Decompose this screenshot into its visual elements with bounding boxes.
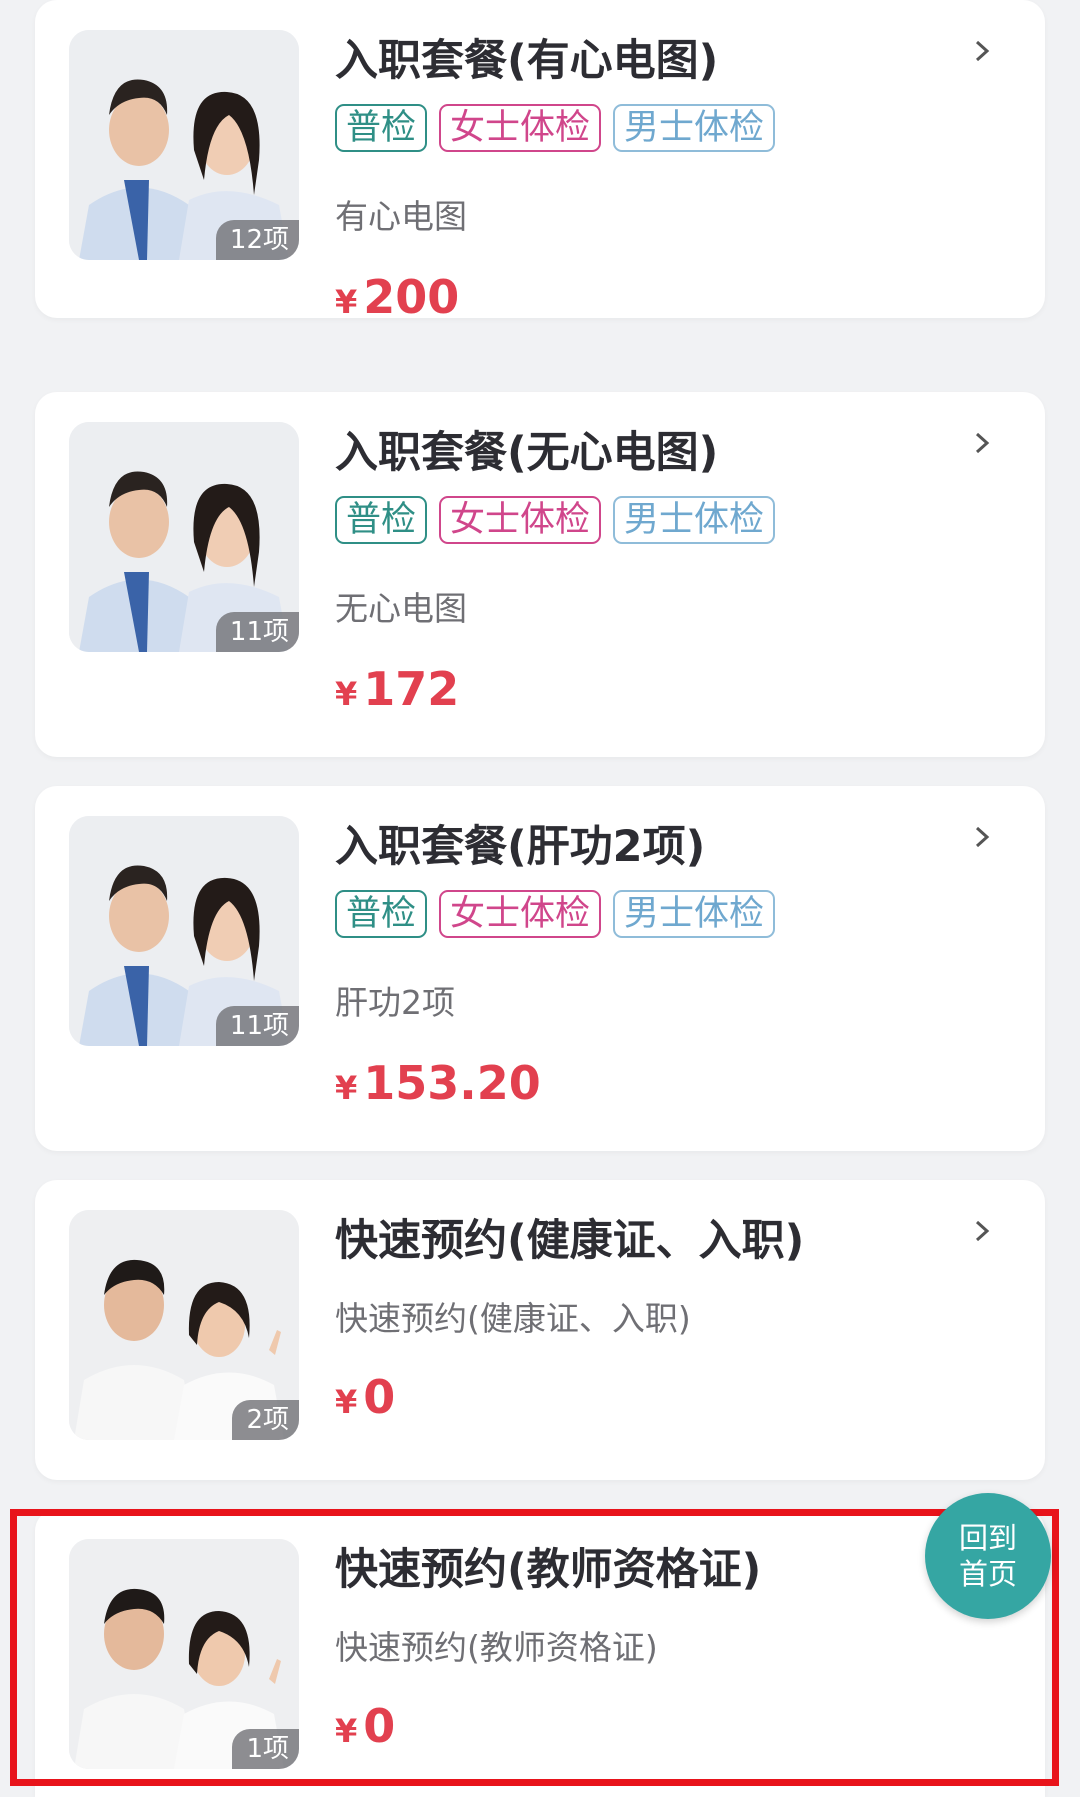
package-title[interactable]: 入职套餐(肝功2项) — [335, 812, 705, 874]
home-button-line1: 回到 — [958, 1521, 1017, 1555]
currency-symbol: ¥ — [335, 1712, 358, 1750]
package-description: 快速预约(健康证、入职) — [335, 1299, 691, 1338]
package-image: 2项 — [69, 1210, 299, 1440]
package-title[interactable]: 入职套餐(无心电图) — [335, 418, 718, 480]
tag-list: 普检 女士体检 男士体检 — [335, 496, 776, 544]
price-amount: 153.20 — [363, 1056, 541, 1110]
price-amount: 0 — [363, 1699, 396, 1753]
tag-male: 男士体检 — [613, 496, 776, 544]
tag-general: 普检 — [335, 496, 428, 544]
chevron-right-icon[interactable] — [971, 432, 993, 454]
tag-list: 普检 女士体检 男士体检 — [335, 104, 776, 152]
tag-male: 男士体检 — [613, 890, 776, 938]
chevron-right-icon[interactable] — [971, 826, 993, 848]
item-count-badge: 11项 — [215, 612, 299, 652]
package-card[interactable]: 2项 快速预约(健康证、入职) 快速预约(健康证、入职) ¥0 — [35, 1180, 1045, 1480]
chevron-right-icon[interactable] — [971, 1220, 993, 1242]
item-count-badge: 2项 — [232, 1400, 299, 1440]
package-price: ¥200 — [335, 270, 459, 324]
currency-symbol: ¥ — [335, 1383, 358, 1421]
package-description: 快速预约(教师资格证) — [335, 1628, 658, 1667]
item-count-badge: 11项 — [215, 1006, 299, 1046]
tag-male: 男士体检 — [613, 104, 776, 152]
package-image: 12项 — [69, 30, 299, 260]
currency-symbol: ¥ — [335, 283, 358, 321]
package-image: 11项 — [69, 422, 299, 652]
chevron-right-icon[interactable] — [971, 40, 993, 62]
tag-female: 女士体检 — [439, 104, 602, 152]
package-description: 肝功2项 — [335, 983, 455, 1022]
package-price: ¥0 — [335, 1370, 395, 1424]
price-amount: 0 — [363, 1370, 396, 1424]
package-card[interactable]: 11项 入职套餐(肝功2项) 普检 女士体检 男士体检 肝功2项 ¥153.20 — [35, 786, 1045, 1151]
tag-general: 普检 — [335, 104, 428, 152]
package-price: ¥0 — [335, 1699, 395, 1753]
package-image: 11项 — [69, 816, 299, 1046]
tag-general: 普检 — [335, 890, 428, 938]
tag-list: 普检 女士体检 男士体检 — [335, 890, 776, 938]
package-title[interactable]: 快速预约(教师资格证) — [335, 1535, 761, 1597]
home-button-line2: 首页 — [958, 1557, 1017, 1591]
currency-symbol: ¥ — [335, 1069, 358, 1107]
tag-female: 女士体检 — [439, 890, 602, 938]
price-amount: 200 — [363, 270, 460, 324]
package-description: 有心电图 — [335, 197, 467, 236]
package-title[interactable]: 快速预约(健康证、入职) — [335, 1206, 804, 1268]
package-card[interactable]: 1项 快速预约(教师资格证) 快速预约(教师资格证) ¥0 — [35, 1509, 1045, 1797]
package-price: ¥172 — [335, 662, 459, 716]
tag-female: 女士体检 — [439, 496, 602, 544]
price-amount: 172 — [363, 662, 460, 716]
package-price: ¥153.20 — [335, 1056, 541, 1110]
item-count-badge: 12项 — [215, 220, 299, 260]
package-card[interactable]: 12项 入职套餐(有心电图) 普检 女士体检 男士体检 有心电图 ¥200 — [35, 0, 1045, 324]
package-description: 无心电图 — [335, 589, 467, 628]
back-to-home-button[interactable]: 回到 首页 — [925, 1493, 1051, 1619]
package-title[interactable]: 入职套餐(有心电图) — [335, 26, 718, 88]
currency-symbol: ¥ — [335, 675, 358, 713]
package-card[interactable]: 11项 入职套餐(无心电图) 普检 女士体检 男士体检 无心电图 ¥172 — [35, 392, 1045, 757]
package-image: 1项 — [69, 1539, 299, 1769]
item-count-badge: 1项 — [232, 1729, 299, 1769]
